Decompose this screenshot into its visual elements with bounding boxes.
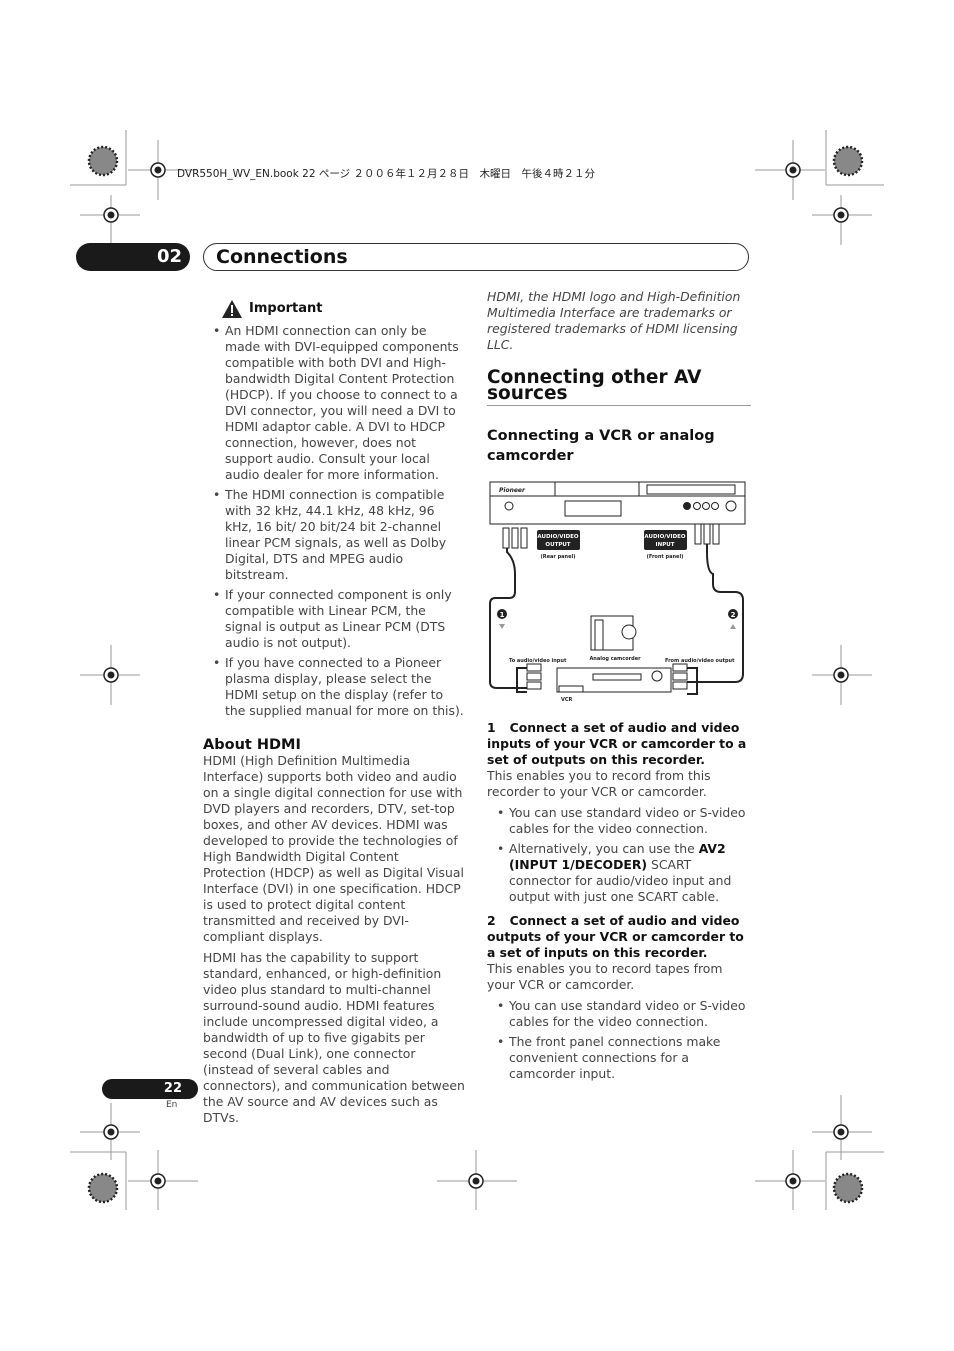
output-sub-label: (Rear panel) — [540, 554, 575, 560]
left-column: Important An HDMI connection can only be… — [203, 296, 465, 1131]
warning-icon — [222, 300, 242, 318]
subsection-title: Connecting a VCR or analog camcorder — [487, 428, 715, 464]
file-header: DVR550H_WV_EN.book 22 ページ ２００６年１２月２８日 木曜… — [177, 168, 595, 180]
svg-text:Pioneer: Pioneer — [499, 487, 526, 494]
section-title: Connecting other AV sources — [487, 367, 702, 404]
list-item: The HDMI connection is compatible with 3… — [203, 487, 465, 583]
list-item: The front panel connections make conveni… — [487, 1034, 751, 1082]
step-1-number: 1 — [487, 720, 496, 735]
list-item: You can use standard video or S-video ca… — [487, 805, 751, 837]
chapter-title: Connections — [203, 243, 749, 271]
step-1-text: This enables you to record from this rec… — [487, 768, 711, 799]
step-2-number: 2 — [487, 913, 496, 928]
list-item: Alternatively, you can use the AV2 (INPU… — [487, 841, 751, 905]
to-label: To audio/video input — [509, 658, 567, 664]
right-column: HDMI, the HDMI logo and High-Definition … — [487, 289, 751, 1086]
step-1-title: Connect a set of audio and video inputs … — [487, 720, 747, 767]
step-2-title: Connect a set of audio and video outputs… — [487, 913, 744, 960]
list-item: If you have connected to a Pioneer plasm… — [203, 655, 465, 719]
important-heading: Important — [221, 296, 465, 322]
important-title: Important — [249, 301, 323, 316]
input-sub-label: (Front panel) — [647, 554, 684, 560]
list-item: An HDMI connection can only be made with… — [203, 323, 465, 483]
list-item: You can use standard video or S-video ca… — [487, 998, 751, 1030]
camcorder-icon — [590, 615, 637, 651]
connection-diagram: Pioneer AUDIO/VIDEO OUTPUT (Rear panel) A… — [489, 481, 746, 703]
language-label: En — [166, 1100, 178, 1110]
from-label: From audio/video output — [665, 658, 735, 664]
important-list: An HDMI connection can only be made with… — [203, 323, 465, 719]
camcorder-label: Analog camcorder — [589, 656, 641, 662]
about-paragraph: HDMI (High Definition Multimedia Interfa… — [203, 753, 464, 944]
page-number: 22 — [102, 1079, 198, 1099]
about-hdmi-heading: About HDMI — [203, 737, 301, 753]
marker-1: 1 — [500, 611, 505, 619]
vcr-icon — [556, 667, 672, 693]
step-2-text: This enables you to record tapes from yo… — [487, 961, 723, 992]
vcr-label: VCR — [561, 697, 573, 703]
bullet-text: Alternatively, you can use the — [509, 841, 699, 856]
marker-2: 2 — [731, 611, 736, 619]
about-paragraph: HDMI has the capability to support stand… — [203, 950, 465, 1125]
arrow-down-icon — [499, 624, 505, 629]
chapter-number: 02 — [76, 243, 190, 271]
registration-marks — [70, 130, 884, 1210]
trademark-note: HDMI, the HDMI logo and High-Definition … — [487, 289, 741, 352]
arrow-up-icon — [730, 624, 736, 629]
list-item: If your connected component is only comp… — [203, 587, 465, 651]
